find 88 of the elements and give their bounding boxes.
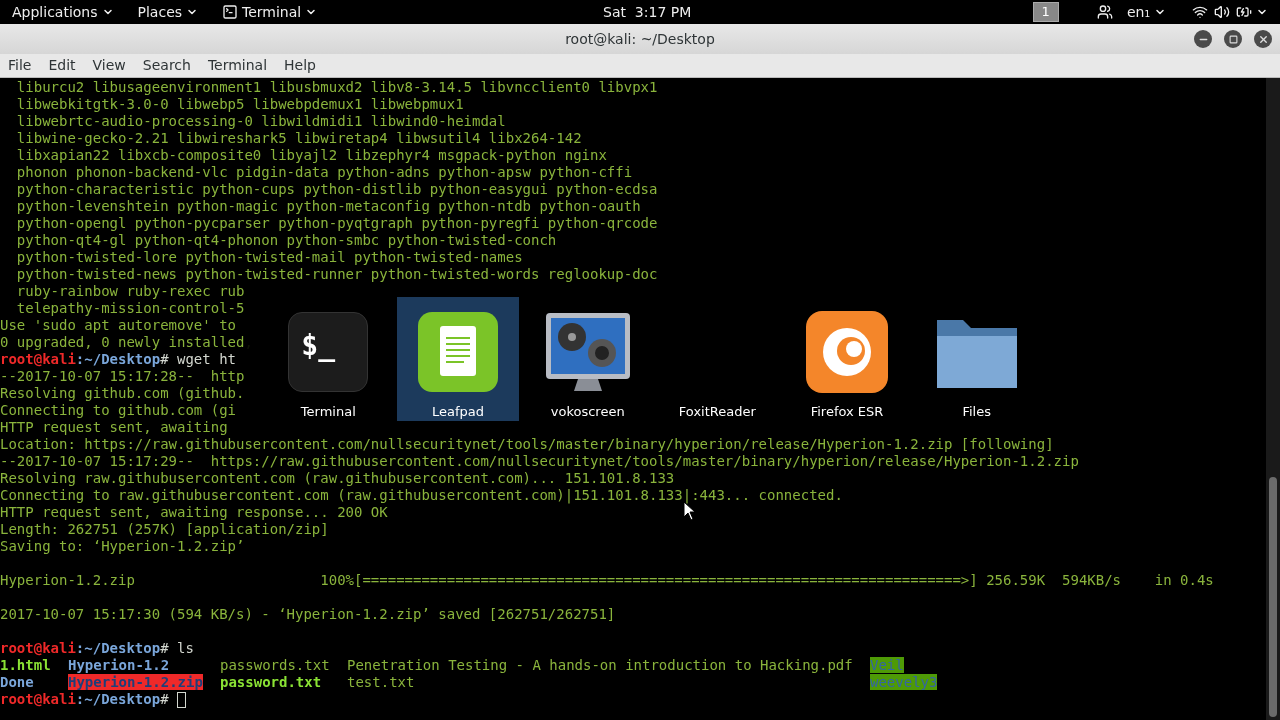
window-title: root@kali: ~/Desktop — [565, 29, 715, 49]
terminal-line: Connecting to github.com (gi — [0, 402, 236, 418]
terminal-line: Saving to: ‘Hyperion-1.2.zip’ — [0, 538, 245, 554]
terminal-line: --2017-10-07 15:17:28-- http — [0, 368, 245, 384]
maximize-icon — [1228, 34, 1238, 44]
terminal-line: python-characteristic python-cups python-distlib python-easygui python-ecdsa — [15, 181, 658, 197]
terminal-line: python-twisted-lore python-twisted-mail python-twisted-names — [15, 249, 523, 265]
prompt-path: :~/Desktop — [75, 351, 161, 368]
file-name: passwords.txt — [220, 657, 330, 673]
terminal-line: phonon phonon-backend-vlc pidgin-data python-adns python-apsw python-cffi — [15, 164, 633, 180]
menu-item[interactable]: View — [92, 55, 126, 76]
terminal-line: Use 'sudo apt autoremove' to — [0, 317, 236, 333]
app-switcher-item[interactable]: vokoscreen — [526, 297, 649, 421]
terminal-line: --2017-10-07 15:17:29-- https://raw.githubusercontent.com/nullsecuritynet/tools/master/binary/hyperion/release/Hyperion-1.2.zip — [0, 453, 1079, 469]
terminal-line: telepathy-mission-control-5 — [15, 300, 245, 316]
top-menu[interactable]: Places — [137, 1, 199, 23]
file-name: Hyperion-1.2.zip — [68, 674, 203, 690]
menu-item[interactable]: Edit — [48, 55, 76, 76]
file-name: weevely3 — [870, 674, 938, 690]
terminal-line: HTTP request sent, awaiting — [0, 419, 228, 435]
people-icon[interactable] — [1096, 4, 1113, 20]
maximize-button[interactable] — [1224, 30, 1242, 48]
file-name: Hyperion-1.2 — [68, 657, 170, 673]
app-label: Terminal — [300, 402, 356, 421]
terminal-line: libxapian22 libxcb-composite0 libyajl2 libzephyr4 msgpack-python nginx — [15, 147, 607, 163]
prompt-path: :~/Desktop — [75, 640, 161, 657]
menu-item[interactable]: Terminal — [207, 55, 268, 76]
wifi-icon[interactable] — [1192, 4, 1208, 20]
terminal-line: ruby-rainbow ruby-rexec rub — [15, 283, 245, 299]
terminal-line: 2017-10-07 15:17:30 (594 KB/s) - ‘Hyperion-1.2.zip’ saved [262751/262751] — [0, 606, 616, 622]
file-name: password.txt — [220, 674, 322, 690]
close-button[interactable] — [1254, 30, 1272, 48]
menu-item[interactable]: Search — [142, 55, 191, 76]
terminal-icon — [222, 4, 239, 20]
prompt-path: :~/Desktop — [75, 691, 161, 708]
notepad-icon — [418, 312, 498, 393]
terminal-line: libwine-gecko-2.21 libwireshark5 libwiretap4 libwsutil4 libx264-142 — [15, 130, 582, 146]
minimize-button[interactable] — [1194, 30, 1212, 48]
file-name: Done — [0, 674, 34, 690]
terminal-app-icon: $_ — [288, 312, 369, 393]
terminal-line: HTTP request sent, awaiting response... 200 OK — [0, 504, 388, 520]
command-text: # wget ht — [160, 351, 236, 368]
terminal-line: liburcu2 libusageenvironment1 libusbmuxd2 libv8-3.14.5 libvncclient0 libvpx1 — [15, 79, 658, 95]
terminal-line: libwebkitgtk-3.0-0 libwebp5 libwebpdemux1 libwebpmux1 — [15, 96, 464, 112]
menu-item[interactable]: Help — [284, 55, 316, 76]
prompt-user: root@kali — [0, 640, 76, 657]
terminal-line: libwebrtc-audio-processing-0 libwildmidi1 libwind0-heimdal — [15, 113, 506, 129]
terminal-line: python-twisted-news python-twisted-runner python-twisted-words reglookup-doc — [15, 266, 658, 282]
terminal-line: Length: 262751 (257K) [application/zip] — [0, 521, 329, 537]
file-name: Penetration Testing - A hands-on introduction to Hacking.pdf — [347, 657, 853, 673]
app-switcher-item[interactable]: $_ Terminal — [267, 297, 390, 421]
app-switcher-item[interactable]: Leafpad — [396, 297, 520, 421]
close-icon — [1257, 33, 1269, 45]
scrollbar[interactable] — [1266, 78, 1280, 720]
top-menu[interactable]: Applications — [12, 1, 114, 23]
prompt-user: root@kali — [0, 351, 76, 368]
workspace-indicator[interactable]: 1 — [1032, 2, 1059, 22]
terminal-line: python-levenshtein python-magic python-metaconfig python-ntdb python-oauth — [15, 198, 641, 214]
terminal-line: Connecting to raw.githubusercontent.com (raw.githubusercontent.com)|151.101.8.133|:443... connected. — [0, 487, 843, 503]
clock: Sat 3:17 PM — [603, 2, 692, 22]
terminal-line: Resolving raw.githubusercontent.com (raw.githubusercontent.com)... 151.101.8.133 — [0, 470, 675, 486]
battery-icon[interactable] — [1236, 4, 1252, 20]
volume-icon[interactable] — [1214, 4, 1230, 20]
app-label: vokoscreen — [550, 402, 625, 421]
app-label: FoxitReader — [678, 402, 756, 421]
keyboard-layout[interactable]: en₁ — [1126, 1, 1166, 23]
app-label: Firefox ESR — [810, 402, 884, 421]
fox-icon — [806, 311, 888, 394]
command-text: # ls — [160, 640, 194, 657]
app-label: Leafpad — [432, 402, 484, 421]
app-switcher-item[interactable]: Files — [915, 297, 1039, 421]
terminal-line: python-qt4-gl python-qt4-phonon python-smbc python-twisted-conch — [15, 232, 557, 248]
prompt-user: root@kali — [0, 691, 76, 708]
terminal-line: 0 upgraded, 0 newly installed, — [0, 334, 253, 350]
app-switcher-item[interactable]: FoxitReader — [656, 297, 779, 421]
terminal-line: Location: https://raw.githubusercontent.com/nullsecuritynet/tools/master/binary/hyperion/release/Hyperion-1.2.zip [following] — [0, 436, 1054, 452]
file-name: test.txt — [347, 674, 415, 690]
file-name: Veil — [870, 657, 904, 673]
terminal-line: Resolving github.com (github. — [0, 385, 245, 401]
file-name: 1.html — [0, 657, 51, 673]
app-menu[interactable]: Terminal — [222, 1, 318, 23]
menu-item[interactable]: File — [8, 55, 32, 76]
monitor-icon — [543, 311, 632, 394]
terminal-line: Hyperion-1.2.zip 100%[=======================================================================>] 256.59K 594KB/s in 0.4s — [0, 572, 1214, 588]
app-switcher-item[interactable]: Firefox ESR — [785, 297, 909, 421]
app-label: Files — [962, 402, 991, 421]
terminal-line: python-opengl python-pycparser python-pyqtgraph python-pyregfi python-qrcode — [15, 215, 658, 231]
command-text: # — [160, 691, 170, 708]
